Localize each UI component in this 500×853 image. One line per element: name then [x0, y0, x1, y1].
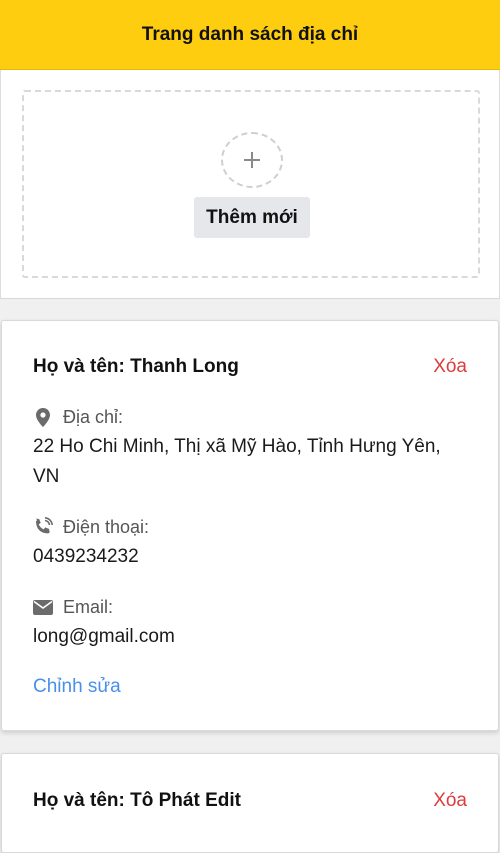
address-label: Địa chỉ: [63, 406, 124, 427]
add-address-section: Thêm mới [0, 70, 500, 299]
email-value: long@gmail.com [33, 626, 175, 647]
phone-volume-icon [33, 517, 53, 537]
envelope-icon [33, 597, 53, 617]
phone-value: 0439234232 [33, 546, 139, 567]
add-address-dropzone[interactable]: Thêm mới [22, 90, 480, 278]
address-card: Họ và tên: Thanh Long Xóa Địa chỉ: 22 Ho… [1, 320, 499, 731]
address-label-row: Địa chỉ: [33, 406, 123, 428]
phone-label-row: Điện thoại: [33, 516, 149, 538]
page-header: Trang danh sách địa chỉ [0, 0, 500, 70]
email-label: Email: [63, 596, 114, 617]
page-title: Trang danh sách địa chỉ [141, 23, 359, 45]
delete-button[interactable]: Xóa [433, 356, 467, 378]
contact-name: Họ và tên: Tô Phát Edit [33, 790, 241, 811]
contact-name: Họ và tên: Thanh Long [33, 356, 239, 377]
address-value: 22 Ho Chi Minh, Thị xã Mỹ Hào, Tỉnh Hưng… [33, 436, 441, 487]
delete-button[interactable]: Xóa [433, 790, 467, 812]
email-label-row: Email: [33, 596, 113, 618]
address-card-header: Họ và tên: Thanh Long Xóa [33, 356, 467, 380]
phone-label: Điện thoại: [63, 516, 150, 537]
add-new-button[interactable]: Thêm mới [194, 197, 310, 238]
edit-link[interactable]: Chỉnh sửa [33, 676, 121, 698]
address-card: Họ và tên: Tô Phát Edit Xóa [1, 753, 499, 853]
plus-icon[interactable] [221, 132, 283, 188]
map-marker-icon [33, 407, 53, 427]
address-card-header: Họ và tên: Tô Phát Edit Xóa [33, 790, 467, 814]
